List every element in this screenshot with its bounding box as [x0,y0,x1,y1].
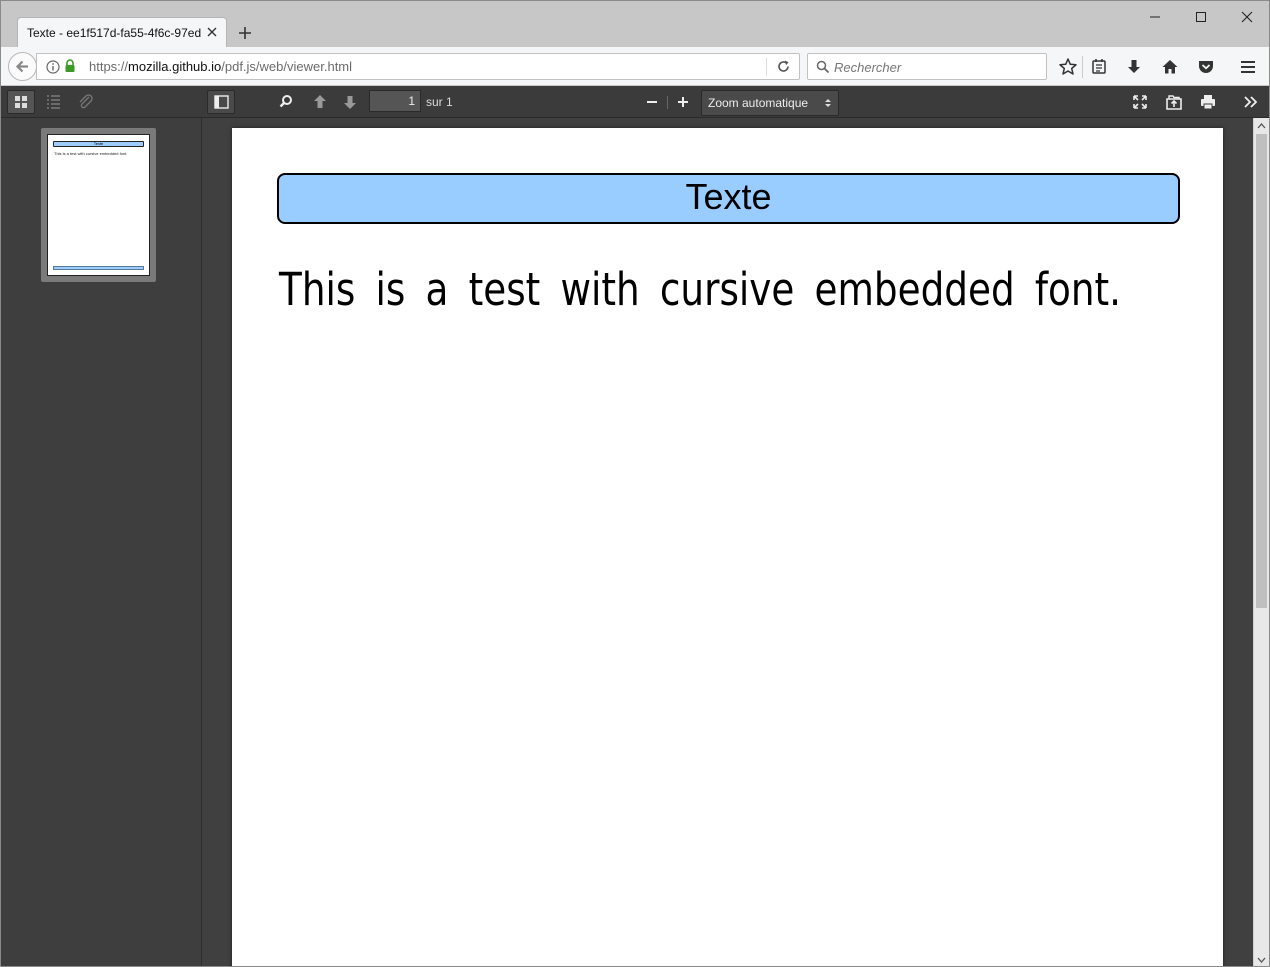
toggle-sidebar-button[interactable] [207,90,235,114]
page-count-label: sur 1 [426,95,453,109]
navigation-bar: https://mozilla.github.io/pdf.js/web/vie… [1,47,1269,86]
pdf-header-box: Texte [277,173,1180,224]
reload-icon[interactable] [776,59,791,74]
thumbnail-page: Texte This is a test with cursive embedd… [47,134,150,276]
presentation-mode-icon[interactable] [1126,90,1154,114]
attachments-view-button[interactable] [71,90,99,114]
previous-page-icon[interactable] [306,90,334,114]
page-thumbnail[interactable]: Texte This is a test with cursive embedd… [41,128,156,282]
open-file-icon[interactable] [1160,90,1188,114]
print-icon[interactable] [1194,90,1222,114]
url-scheme: https:// [89,59,129,74]
zoom-select[interactable]: Zoom automatique [701,90,839,116]
bookmark-star-icon[interactable] [1057,56,1079,78]
pdf-body-text: This is a test with cursive embedded fon… [279,263,1122,316]
search-bar[interactable] [807,53,1047,80]
tab-title: Texte - ee1f517d-fa55-4f6c-97ed [27,26,202,40]
tools-double-chevron-icon[interactable] [1236,90,1264,114]
url-host: mozilla.github.io [128,59,222,74]
select-arrows-icon [824,97,832,109]
maximize-icon[interactable] [1189,6,1213,28]
search-input[interactable] [834,58,1039,76]
find-icon[interactable] [272,90,300,114]
scrollbar-thumb[interactable] [1256,134,1267,608]
url-path: /pdf.js/web/viewer.html [221,59,353,74]
title-bar: Texte - ee1f517d-fa55-4f6c-97ed [1,1,1269,47]
url-bar[interactable]: https://mozilla.github.io/pdf.js/web/vie… [36,53,800,80]
viewer-toolbar: sur 1 Zoom automatique [202,86,1269,118]
scroll-up-icon[interactable] [1254,118,1269,134]
minimize-icon[interactable] [1143,6,1167,28]
url-divider [766,58,767,76]
thumbnail-sidebar: Texte This is a test with cursive embedd… [1,118,202,966]
page-container: Texte This is a test with cursive embedd… [202,118,1253,966]
zoom-select-value: Zoom automatique [708,96,809,110]
zoom-in-icon[interactable] [669,90,697,114]
hamburger-menu-icon[interactable] [1237,56,1259,78]
search-icon [816,60,830,74]
thumbnail-header: Texte [53,141,144,147]
browser-tab[interactable]: Texte - ee1f517d-fa55-4f6c-97ed [17,17,227,47]
info-icon[interactable] [46,60,60,74]
vertical-scrollbar[interactable] [1253,118,1269,966]
thumbnail-footer [53,266,144,270]
close-tab-icon[interactable] [205,25,219,39]
reading-list-icon[interactable] [1088,56,1110,78]
thumbnail-text: This is a test with cursive embedded fon… [54,151,128,156]
pdf-viewer: Texte This is a test with cursive embedd… [1,86,1269,966]
url-text[interactable]: https://mozilla.github.io/pdf.js/web/vie… [89,59,352,74]
next-page-icon[interactable] [336,90,364,114]
sidebar-toolbar [1,86,202,118]
new-tab-icon[interactable] [237,25,253,41]
download-icon[interactable] [1123,56,1145,78]
scroll-down-icon[interactable] [1254,952,1269,966]
browser-window: Texte - ee1f517d-fa55-4f6c-97ed https://… [0,0,1270,967]
pocket-icon[interactable] [1195,56,1217,78]
home-icon[interactable] [1159,56,1181,78]
zoom-out-icon[interactable] [638,90,666,114]
zoom-divider [667,96,668,109]
toolbar-divider [1082,56,1083,78]
outline-view-button[interactable] [39,90,67,114]
close-window-icon[interactable] [1235,6,1259,28]
thumbnails-view-button[interactable] [7,90,35,114]
back-button[interactable] [8,52,37,81]
pdf-page: Texte This is a test with cursive embedd… [232,128,1223,966]
lock-icon [64,59,76,73]
page-number-input[interactable] [369,90,421,112]
